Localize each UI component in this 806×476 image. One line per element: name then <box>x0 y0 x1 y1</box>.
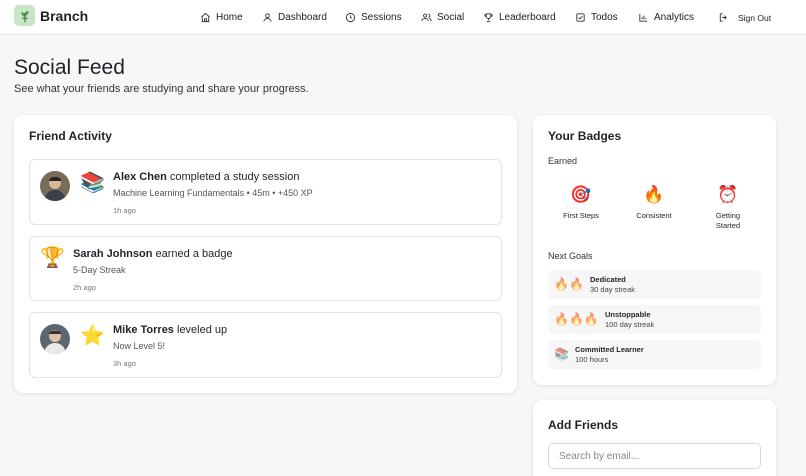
activity-item[interactable]: 🏆 Sarah Johnson earned a badge 5-Day Str… <box>29 236 502 301</box>
fire-icon: 🔥🔥 <box>554 277 584 291</box>
badge-label: First Steps <box>563 211 599 220</box>
goal-dedicated[interactable]: 🔥🔥 Dedicated 30 day streak <box>548 270 761 299</box>
nav-dashboard[interactable]: Dashboard <box>262 0 327 35</box>
nav-social[interactable]: Social <box>421 0 464 35</box>
badges-title: Your Badges <box>548 129 622 143</box>
activity-item[interactable]: ⭐ Mike Torres leveled up Now Level 5! 3h… <box>29 312 502 378</box>
nav-dashboard-label: Dashboard <box>278 12 327 23</box>
badge-consistent[interactable]: 🔥 Consistent <box>614 185 694 221</box>
search-email-input[interactable] <box>548 443 761 469</box>
friend-activity-title: Friend Activity <box>29 129 112 143</box>
goal-unstoppable[interactable]: 🔥🔥🔥 Unstoppable 100 day streak <box>548 305 761 334</box>
sign-out-button[interactable]: Sign Out <box>718 0 771 35</box>
activity-item[interactable]: 📚 Alex Chen completed a study session Ma… <box>29 159 502 225</box>
users-icon <box>421 13 432 22</box>
next-goals-label: Next Goals <box>548 251 593 261</box>
goal-description: 100 hours <box>575 355 609 364</box>
activity-action: earned a badge <box>152 248 233 260</box>
activity-text: Mike Torres leveled up <box>113 324 227 336</box>
goal-name: Committed Learner <box>575 345 644 354</box>
avatar[interactable] <box>40 324 70 354</box>
trophy-icon: 🏆 <box>40 247 65 269</box>
nav-analytics-label: Analytics <box>654 12 695 23</box>
activity-detail: 5-Day Streak <box>73 265 126 275</box>
brand-name[interactable]: Branch <box>40 8 88 24</box>
add-friends-title: Add Friends <box>548 418 619 432</box>
nav-sessions-label: Sessions <box>361 12 402 23</box>
books-icon: 📚 <box>554 347 569 361</box>
tree-icon[interactable] <box>14 5 35 26</box>
goal-committed-learner[interactable]: 📚 Committed Learner 100 hours <box>548 340 761 369</box>
fire-icon: 🔥🔥🔥 <box>554 312 599 326</box>
nav-analytics[interactable]: Analytics <box>638 0 694 35</box>
avatar[interactable] <box>40 171 70 201</box>
nav-home[interactable]: Home <box>200 0 243 35</box>
goal-description: 100 day streak <box>605 320 655 329</box>
badge-label: Consistent <box>636 211 672 220</box>
friend-name[interactable]: Sarah Johnson <box>73 248 152 260</box>
top-navigation: Branch Home Dashboard Sessions Social Le… <box>0 0 806 35</box>
goal-name: Unstoppable <box>605 310 651 319</box>
badge-first-steps[interactable]: 🎯 First Steps <box>541 185 621 221</box>
home-icon <box>201 12 210 23</box>
activity-time: 2h ago <box>73 283 96 292</box>
nav-home-label: Home <box>216 12 243 23</box>
target-icon: 🎯 <box>570 185 592 204</box>
nav-social-label: Social <box>437 12 465 23</box>
trophy-icon <box>484 13 493 23</box>
alarm-clock-icon: ⏰ <box>717 185 739 204</box>
activity-text: Sarah Johnson earned a badge <box>73 248 233 260</box>
nav-leaderboard-label: Leaderboard <box>499 12 556 23</box>
badge-getting-started[interactable]: ⏰ Getting Started <box>688 185 768 231</box>
page-title: Social Feed <box>14 56 125 79</box>
user-icon <box>263 13 272 22</box>
nav-leaderboard[interactable]: Leaderboard <box>483 0 556 35</box>
nav-todos[interactable]: Todos <box>575 0 618 35</box>
fire-icon: 🔥 <box>643 185 665 204</box>
logout-icon <box>719 13 727 22</box>
bar-chart-icon <box>639 13 648 22</box>
page-subtitle: See what your friends are studying and s… <box>14 83 309 95</box>
activity-time: 3h ago <box>113 359 136 368</box>
star-icon: ⭐ <box>80 325 105 347</box>
goal-description: 30 day streak <box>590 285 636 294</box>
goal-name: Dedicated <box>590 275 626 284</box>
activity-time: 1h ago <box>113 206 136 215</box>
books-icon: 📚 <box>80 172 105 194</box>
activity-detail: Machine Learning Fundamentals • 45m • +4… <box>113 188 313 198</box>
activity-action: completed a study session <box>166 171 300 183</box>
nav-todos-label: Todos <box>591 12 618 23</box>
activity-action: leveled up <box>173 324 228 336</box>
earned-label: Earned <box>548 156 578 166</box>
activity-text: Alex Chen completed a study session <box>113 171 299 183</box>
badge-label: Getting Started <box>715 211 741 230</box>
activity-detail: Now Level 5! <box>113 341 166 351</box>
friend-name[interactable]: Alex Chen <box>113 171 167 183</box>
checkbox-icon <box>576 13 585 22</box>
clock-icon <box>345 12 356 23</box>
nav-sessions[interactable]: Sessions <box>345 0 402 35</box>
sign-out-label: Sign Out <box>738 12 772 23</box>
friend-name[interactable]: Mike Torres <box>113 324 174 336</box>
